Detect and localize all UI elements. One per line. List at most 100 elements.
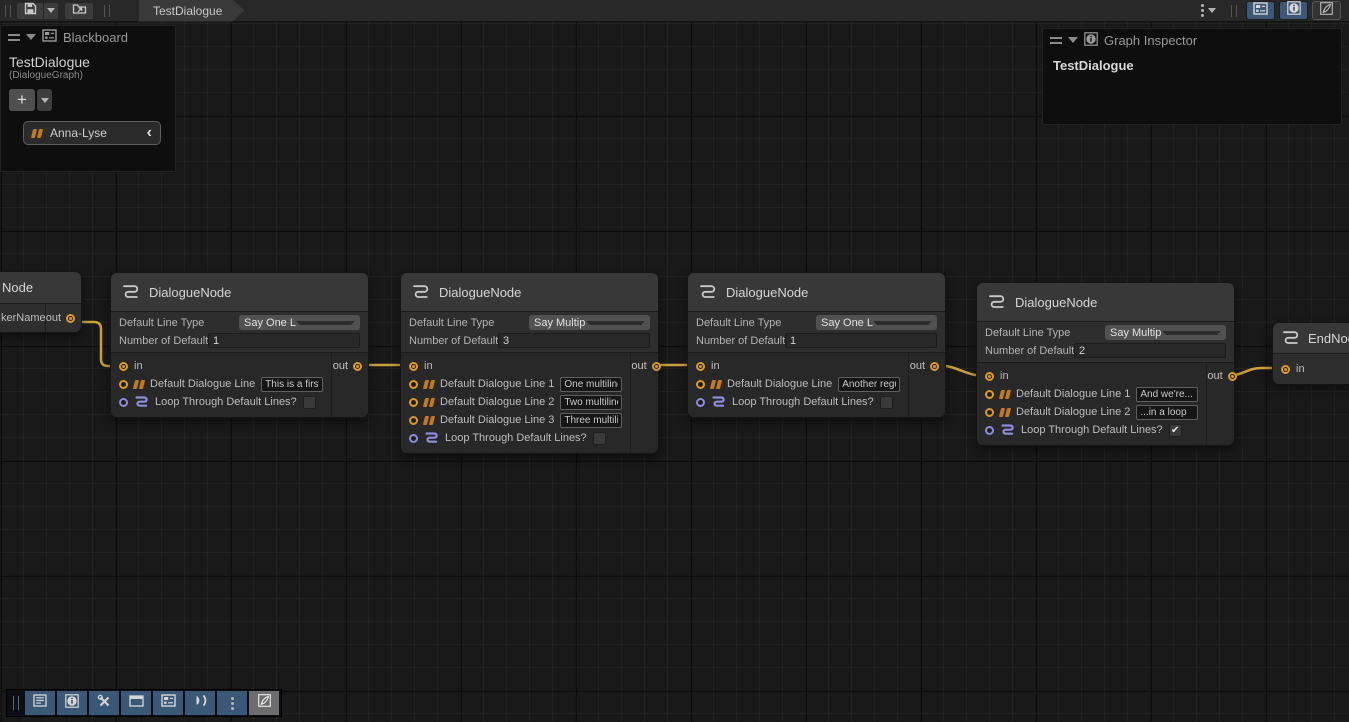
- toolbar-separator: [1231, 5, 1237, 17]
- dialogue-node-4[interactable]: DialogueNode Default Line Type Say Multi…: [976, 282, 1235, 446]
- blackboard-property-row[interactable]: Anna-Lyse ‹: [23, 121, 161, 145]
- out-port[interactable]: [930, 362, 939, 371]
- in-port[interactable]: [119, 362, 128, 371]
- blackboard-panel: Blackboard TestDialogue (DialogueGraph) …: [0, 25, 176, 172]
- dialogue-node-3[interactable]: DialogueNode Default Line Type Say One L…: [687, 272, 946, 418]
- blackboard-header[interactable]: Blackboard: [1, 26, 175, 48]
- in-port-label: in: [134, 360, 143, 372]
- loop-port[interactable]: [985, 426, 994, 435]
- dialogue-line-port[interactable]: [985, 408, 994, 417]
- panel-drag-handle-icon[interactable]: [1050, 37, 1062, 44]
- panel-drag-handle-icon[interactable]: [8, 34, 20, 41]
- line-type-dropdown[interactable]: Say One Line: [816, 315, 937, 330]
- tools-button[interactable]: [89, 691, 119, 715]
- in-port-label: in: [1000, 370, 1009, 382]
- num-lines-input[interactable]: [208, 333, 360, 348]
- add-property-dropdown-button[interactable]: [37, 89, 52, 111]
- line-type-label: Default Line Type: [409, 317, 529, 329]
- dialogue-node-2[interactable]: DialogueNode Default Line Type Say Multi…: [400, 272, 659, 454]
- graph-tab[interactable]: TestDialogue: [139, 0, 244, 22]
- save-dropdown-button[interactable]: [44, 2, 59, 20]
- dialogue-line-port[interactable]: [409, 416, 418, 425]
- window-button[interactable]: [121, 691, 151, 715]
- in-port[interactable]: [696, 362, 705, 371]
- dialogue-line-input[interactable]: [560, 395, 622, 410]
- node-title-bar[interactable]: DialogueNode: [688, 273, 945, 312]
- out-port[interactable]: [1228, 372, 1237, 381]
- loop-port[interactable]: [409, 434, 418, 443]
- node-title: DialogueNode: [726, 285, 808, 300]
- blackboard-button[interactable]: [153, 691, 183, 715]
- dialogue-line-port[interactable]: [696, 380, 705, 389]
- dialogue-line-input[interactable]: [560, 413, 622, 428]
- toolbar-right-group: [1195, 1, 1349, 20]
- node-title-bar[interactable]: DialogueNode: [977, 283, 1234, 322]
- loop-port[interactable]: [696, 398, 705, 407]
- quill-toggle-button[interactable]: [1312, 1, 1341, 20]
- toolbar-drag-handle[interactable]: [5, 5, 11, 17]
- blackboard-toggle-button[interactable]: [1246, 1, 1275, 20]
- out-port[interactable]: [353, 362, 362, 371]
- dialogue-line-port[interactable]: [409, 398, 418, 407]
- out-port[interactable]: [66, 314, 75, 323]
- collapse-arrow-icon[interactable]: [1068, 37, 1078, 43]
- dialogue-node-icon: [1281, 329, 1301, 347]
- out-port-label: out: [333, 360, 348, 372]
- num-lines-input[interactable]: [1074, 343, 1226, 358]
- num-lines-input[interactable]: [785, 333, 937, 348]
- node-title: DialogueNode: [149, 285, 231, 300]
- in-port[interactable]: [985, 372, 994, 381]
- start-node[interactable]: Node kerName out: [0, 271, 82, 333]
- loop-checkbox[interactable]: [593, 432, 606, 445]
- line-type-dropdown[interactable]: Say Multiple Lines: [529, 315, 650, 330]
- blackboard-icon: [1253, 2, 1268, 20]
- line-type-label: Default Line Type: [985, 327, 1105, 339]
- dialogue-line-input[interactable]: [560, 377, 622, 392]
- line-type-dropdown[interactable]: Say One Line: [239, 315, 360, 330]
- dialogue-node-icon: [411, 283, 431, 301]
- line-type-dropdown[interactable]: Say Multiple Lines: [1105, 325, 1226, 340]
- graph-inspector-header[interactable]: Graph Inspector: [1043, 29, 1341, 51]
- loop-checkbox[interactable]: [880, 396, 893, 409]
- node-title-bar[interactable]: Node: [0, 272, 81, 304]
- line-type-value: Say Multiple Lines: [534, 317, 586, 329]
- collapse-arrow-icon[interactable]: [26, 34, 36, 40]
- voice-button[interactable]: [185, 691, 215, 715]
- num-lines-input[interactable]: [498, 333, 650, 348]
- dialogue-line-port[interactable]: [985, 390, 994, 399]
- loop-checkbox[interactable]: ✔: [1169, 424, 1182, 437]
- save-button[interactable]: [16, 2, 44, 20]
- node-title-bar[interactable]: EndNode: [1273, 323, 1349, 354]
- toolbar-menu-button[interactable]: [1195, 2, 1222, 20]
- inspector-toggle-button[interactable]: [1279, 1, 1308, 20]
- dialogue-quote-icon: [424, 380, 434, 389]
- node-title-bar[interactable]: DialogueNode: [111, 273, 368, 312]
- collapse-chevron-icon[interactable]: ‹: [147, 125, 152, 141]
- node-title-bar[interactable]: DialogueNode: [401, 273, 658, 312]
- in-port[interactable]: [409, 362, 418, 371]
- dialogue-line-port[interactable]: [409, 380, 418, 389]
- info-button[interactable]: [57, 691, 87, 715]
- loop-checkbox[interactable]: [303, 396, 316, 409]
- quill-icon: [258, 694, 271, 712]
- in-port[interactable]: [1281, 365, 1290, 374]
- menu-button[interactable]: [217, 691, 247, 715]
- notes-button[interactable]: [25, 691, 55, 715]
- add-property-button[interactable]: +: [9, 89, 35, 111]
- toolbar-drag-handle[interactable]: [13, 696, 19, 710]
- dialogue-line-input[interactable]: [1136, 387, 1198, 402]
- open-graph-button[interactable]: [64, 2, 94, 20]
- loop-port[interactable]: [119, 398, 128, 407]
- dialogue-line-label: Default Dialogue Line 2: [440, 396, 554, 408]
- dialogue-line-port[interactable]: [119, 380, 128, 389]
- dialogue-quote-icon: [1000, 408, 1010, 417]
- dialogue-line-input[interactable]: [261, 377, 323, 392]
- dialogue-line-input[interactable]: [838, 377, 900, 392]
- dialogue-line-input[interactable]: [1136, 405, 1198, 420]
- dialogue-node-1[interactable]: DialogueNode Default Line Type Say One L…: [110, 272, 369, 418]
- line-type-value: Say One Line: [821, 317, 873, 329]
- out-port[interactable]: [652, 362, 661, 371]
- end-node[interactable]: EndNode in: [1272, 322, 1349, 385]
- quill-button[interactable]: [249, 691, 279, 715]
- kebab-menu-icon: [231, 697, 234, 710]
